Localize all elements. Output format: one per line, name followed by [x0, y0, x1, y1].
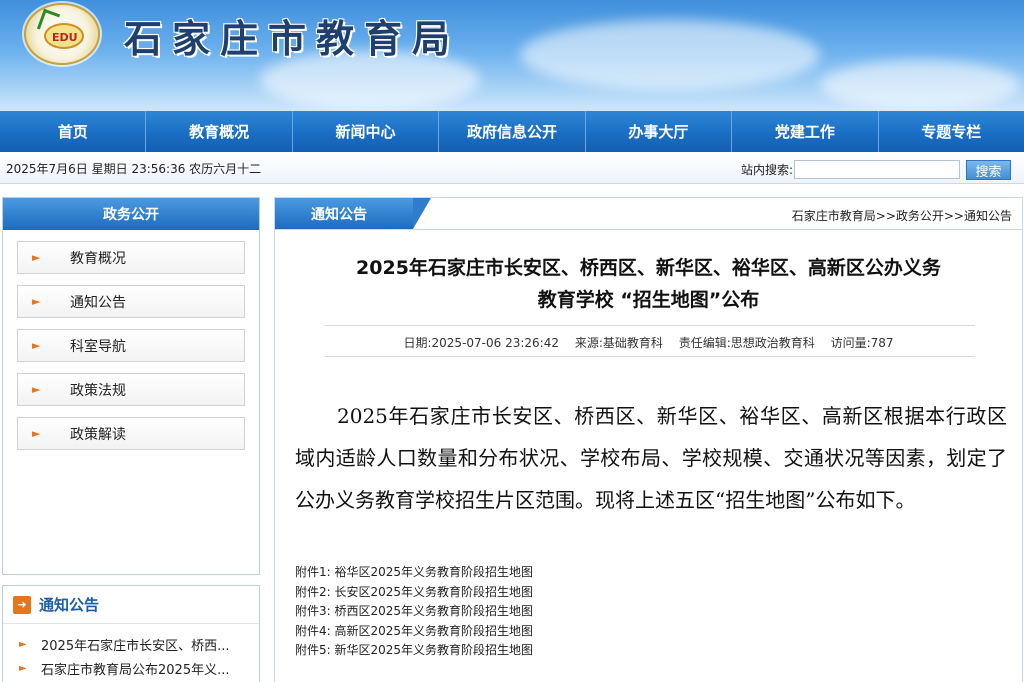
article-title-line: 教育学校 “招生地图”公布 — [537, 289, 760, 311]
sidebar-item-policy-interpretation[interactable]: ► 政策解读 — [17, 417, 245, 450]
nav-item-home[interactable]: 首页 — [0, 111, 147, 152]
sidebar-item-label: 科室导航 — [70, 338, 126, 355]
attachment-list: 附件1: 裕华区2025年义务教育阶段招生地图 附件2: 长安区2025年义务教… — [295, 563, 533, 661]
attachment-link[interactable]: 附件5: 新华区2025年义务教育阶段招生地图 — [295, 641, 533, 661]
breadcrumb[interactable]: 石家庄市教育局>>政务公开>>通知公告 — [792, 207, 1012, 224]
article-title: 2025年石家庄市长安区、桥西区、新华区、裕华区、高新区公办义务 教育学校 “招… — [275, 252, 1022, 316]
sidebar-item-label: 政策法规 — [70, 382, 126, 399]
sidebar-notices: ➜ 通知公告 ► 2025年石家庄市长安区、桥西... ► 石家庄市教育局公布2… — [2, 585, 260, 682]
sidebar-item-policies[interactable]: ► 政策法规 — [17, 373, 245, 406]
sidebar-item-notices[interactable]: ► 通知公告 — [17, 285, 245, 318]
notices-title: 通知公告 — [39, 596, 100, 614]
sidebar-item-label: 政策解读 — [70, 426, 126, 443]
notice-link[interactable]: 石家庄市教育局公布2025年义... — [41, 659, 229, 678]
divider — [325, 325, 975, 326]
main-nav: 首页 教育概况 新闻中心 政府信息公开 办事大厅 党建工作 专题专栏 — [0, 111, 1024, 152]
sidebar-gov-affairs: 政务公开 ► 教育概况 ► 通知公告 ► 科室导航 ► 政策法规 ► 政策解读 — [2, 197, 260, 575]
notices-list: ► 2025年石家庄市长安区、桥西... ► 石家庄市教育局公布2025年义..… — [3, 624, 259, 680]
cloud-decoration — [820, 60, 1020, 110]
current-datetime: 2025年7月6日 星期日 23:56:36 农历六月十二 — [6, 162, 262, 176]
arrow-right-icon: ► — [32, 339, 41, 352]
article-source: 来源:基础教育科 — [574, 336, 663, 350]
nav-item-special-topics[interactable]: 专题专栏 — [879, 111, 1024, 152]
search-input[interactable] — [794, 160, 960, 179]
sidebar-item-label: 教育概况 — [70, 250, 126, 267]
sidebar-item-department-nav[interactable]: ► 科室导航 — [17, 329, 245, 362]
article-title-line: 2025年石家庄市长安区、桥西区、新华区、裕华区、高新区公办义务 — [356, 257, 941, 279]
article-date: 日期:2025-07-06 23:26:42 — [403, 336, 559, 350]
sidebar-title: 政务公开 — [3, 198, 259, 230]
arrow-right-icon: ► — [19, 662, 27, 674]
sidebar-menu: ► 教育概况 ► 通知公告 ► 科室导航 ► 政策法规 ► 政策解读 — [3, 230, 259, 450]
article-container: 2025年石家庄市长安区、桥西区、新华区、裕华区、高新区公办义务 教育学校 “招… — [274, 230, 1023, 682]
info-bar: 2025年7月6日 星期日 23:56:36 农历六月十二 站内搜索: 搜索 — [0, 152, 1024, 184]
article-visits: 访问量:787 — [830, 336, 894, 350]
nav-item-news-center[interactable]: 新闻中心 — [293, 111, 440, 152]
sidebar-item-label: 通知公告 — [70, 294, 126, 311]
list-item[interactable]: ► 石家庄市教育局公布2025年义... — [15, 656, 259, 680]
tab-notices[interactable]: 通知公告 — [275, 198, 431, 229]
attachment-link[interactable]: 附件3: 桥西区2025年义务教育阶段招生地图 — [295, 602, 533, 622]
arrow-right-icon: ► — [32, 295, 41, 308]
arrow-right-icon: ➜ — [13, 595, 31, 614]
main-tabbar: 通知公告 石家庄市教育局>>政务公开>>通知公告 — [274, 197, 1023, 230]
site-logo[interactable]: EDU — [24, 3, 100, 65]
nav-item-service-hall[interactable]: 办事大厅 — [586, 111, 733, 152]
nav-item-party-building[interactable]: 党建工作 — [732, 111, 879, 152]
header-banner: EDU 石家庄市教育局 — [0, 0, 1024, 111]
article-body: 2025年石家庄市长安区、桥西区、新华区、裕华区、高新区根据本行政区域内适龄人口… — [295, 404, 1007, 512]
attachment-link[interactable]: 附件1: 裕华区2025年义务教育阶段招生地图 — [295, 563, 533, 583]
list-item[interactable]: ► 2025年石家庄市长安区、桥西... — [15, 632, 259, 656]
notice-link[interactable]: 2025年石家庄市长安区、桥西... — [41, 635, 229, 654]
arrow-right-icon: ► — [32, 251, 41, 264]
divider — [325, 356, 975, 357]
arrow-right-icon: ► — [19, 638, 27, 650]
sidebar-item-education-overview[interactable]: ► 教育概况 — [17, 241, 245, 274]
nav-item-education-overview[interactable]: 教育概况 — [146, 111, 293, 152]
article-editor: 责任编辑:思想政治教育科 — [678, 336, 815, 350]
site-title: 石家庄市教育局 — [124, 16, 461, 61]
article-meta: 日期:2025-07-06 23:26:42 来源:基础教育科 责任编辑:思想政… — [275, 334, 1022, 351]
arrow-right-icon: ► — [32, 427, 41, 440]
nav-item-gov-info[interactable]: 政府信息公开 — [439, 111, 586, 152]
search-label: 站内搜索: — [741, 163, 794, 177]
arrow-right-icon: ► — [32, 383, 41, 396]
attachment-link[interactable]: 附件2: 长安区2025年义务教育阶段招生地图 — [295, 583, 533, 603]
attachment-link[interactable]: 附件4: 高新区2025年义务教育阶段招生地图 — [295, 622, 533, 642]
notices-header: ➜ 通知公告 — [3, 586, 259, 624]
cloud-decoration — [520, 20, 820, 90]
search-button[interactable]: 搜索 — [966, 160, 1011, 180]
logo-text: EDU — [52, 31, 78, 44]
